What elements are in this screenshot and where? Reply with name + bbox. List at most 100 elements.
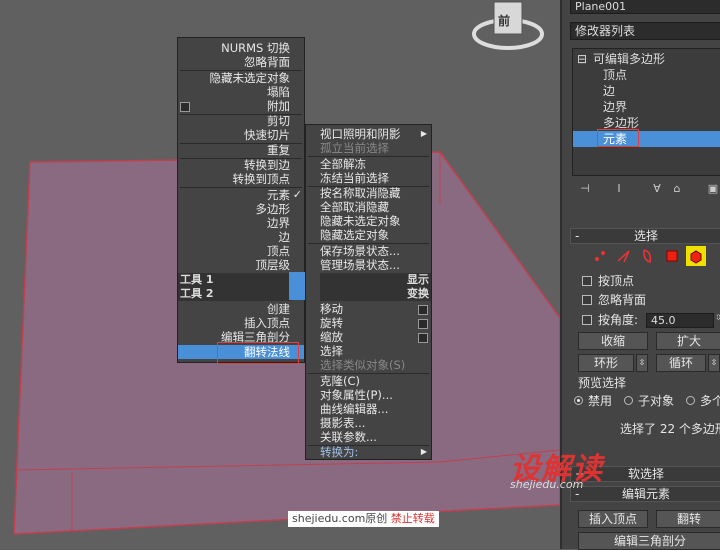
stack-item-element-row[interactable] — [573, 131, 720, 147]
rollout-edit-elements[interactable]: - 编辑元素 — [570, 486, 720, 502]
preview-subobject-radio[interactable] — [624, 396, 633, 405]
object-name-field[interactable]: Plane001 — [570, 0, 720, 14]
menu-item-move[interactable]: 移动 — [306, 302, 431, 316]
menu-item-attach[interactable]: 附加 — [178, 99, 304, 113]
menu-item-top-level[interactable]: 顶层级 — [178, 258, 304, 272]
menu-item-hide-unselected[interactable]: 隐藏未选定对象 — [178, 71, 304, 85]
modifier-list-dropdown[interactable]: 修改器列表 — [570, 22, 720, 40]
menu-item-wire-parameters[interactable]: 关联参数... — [306, 430, 431, 444]
flip-button[interactable]: 翻转 — [656, 510, 720, 528]
viewcube[interactable] — [468, 0, 548, 60]
header-tools-1: 工具 1 — [178, 273, 292, 287]
menu-item-manage-scene-states[interactable]: 管理场景状态... — [306, 258, 431, 272]
by-vertex-label: 按顶点 — [598, 274, 635, 288]
menu-item-unfreeze-all[interactable]: 全部解冻 — [306, 157, 431, 171]
settings-box-icon[interactable] — [418, 319, 428, 329]
remove-modifier-icon[interactable]: ⌂ — [670, 182, 684, 196]
stack-item-editable-poly[interactable]: 可编辑多边形 — [593, 51, 665, 67]
angle-spinner[interactable]: 45.0 — [646, 313, 714, 328]
menu-item-insert-vertex[interactable]: 插入顶点 — [178, 316, 304, 330]
ring-button[interactable]: 环形 — [578, 354, 634, 372]
menu-item-viewport-lighting[interactable]: 视口照明和阴影 — [306, 127, 431, 141]
loop-spinner[interactable]: ⇳ — [708, 354, 720, 372]
menu-item-save-scene-state[interactable]: 保存场景状态... — [306, 244, 431, 258]
settings-box-icon[interactable] — [418, 305, 428, 315]
grow-button[interactable]: 扩大 — [656, 332, 720, 350]
edit-triangulation-button[interactable]: 编辑三角剖分 — [578, 532, 720, 550]
preview-subobject-label: 子对象 — [638, 394, 675, 408]
header-transform: 变换 — [320, 287, 431, 301]
highlight-box — [597, 129, 639, 147]
polygon-mode-icon[interactable] — [664, 248, 680, 264]
menu-item-object-properties[interactable]: 对象属性(P)... — [306, 388, 431, 402]
menu-item-select[interactable]: 选择 — [306, 344, 431, 358]
stack-item-edge[interactable]: 边 — [603, 83, 615, 99]
menu-item-unhide-all[interactable]: 全部取消隐藏 — [306, 200, 431, 214]
menu-item-rotate[interactable]: 旋转 — [306, 316, 431, 330]
menu-item-border[interactable]: 边界 — [178, 216, 304, 230]
menu-item-create[interactable]: 创建 — [178, 302, 304, 316]
header-display: 显示 — [320, 273, 431, 287]
by-angle-label: 按角度: — [598, 313, 639, 327]
menu-item-vertex[interactable]: 顶点 — [178, 244, 304, 258]
modifier-stack: ⊟ 可编辑多边形 顶点 边 边界 多边形 元素 — [572, 48, 720, 176]
credit-banner: shejiedu.com原创 禁止转载 — [288, 511, 439, 527]
preview-selection-label: 预览选择 — [578, 376, 627, 390]
menu-item-dope-sheet[interactable]: 摄影表... — [306, 416, 431, 430]
settings-box-icon[interactable] — [418, 333, 428, 343]
header-tools-2: 工具 2 — [178, 287, 292, 301]
preview-disabled-label: 禁用 — [588, 394, 613, 408]
menu-item-clone[interactable]: 克隆(C) — [306, 374, 431, 388]
insert-vertex-button[interactable]: 插入顶点 — [578, 510, 648, 528]
rollout-selection[interactable]: - 选择 — [570, 228, 720, 244]
by-angle-checkbox[interactable] — [582, 315, 592, 325]
spinner-arrows-icon[interactable]: ⇳ — [715, 313, 720, 322]
ignore-backfacing-checkbox[interactable] — [582, 295, 592, 305]
menu-item-isolate-selection: 孤立当前选择 — [320, 141, 389, 155]
element-mode-icon[interactable] — [686, 246, 706, 266]
menu-item-ignore-backfacing[interactable]: 忽略背面 — [178, 55, 304, 69]
menu-item-cut[interactable]: 剪切 — [178, 114, 304, 128]
settings-box-icon[interactable] — [180, 102, 190, 112]
ignore-backfacing-label: 忽略背面 — [598, 293, 647, 307]
menu-item-quickslice[interactable]: 快速切片 — [178, 128, 304, 142]
menu-item-hide-unselected[interactable]: 隐藏未选定对象 — [306, 214, 431, 228]
shrink-button[interactable]: 收缩 — [578, 332, 648, 350]
pin-stack-icon[interactable]: ⊣ — [578, 182, 592, 196]
menu-item-repeat[interactable]: 重复 — [178, 143, 304, 157]
menu-item-unhide-by-name[interactable]: 按名称取消隐藏 — [306, 186, 431, 200]
menu-item-collapse[interactable]: 塌陷 — [178, 85, 304, 99]
menu-item-element[interactable]: 元素 — [178, 188, 304, 202]
menu-item-convert-to-vertex[interactable]: 转换到顶点 — [178, 172, 304, 186]
preview-disabled-radio[interactable] — [574, 396, 583, 405]
vertex-mode-icon[interactable] — [592, 248, 608, 264]
menu-item-convert-to[interactable]: 转换为: — [306, 445, 431, 459]
menu-item-convert-to-edge[interactable]: 转换到边 — [178, 158, 304, 172]
menu-item-curve-editor[interactable]: 曲线编辑器... — [306, 402, 431, 416]
loop-button[interactable]: 循环 — [656, 354, 706, 372]
menu-item-freeze-selection[interactable]: 冻结当前选择 — [306, 171, 431, 185]
edge-mode-icon[interactable] — [616, 248, 632, 264]
menu-item-hide-selected[interactable]: 隐藏选定对象 — [306, 228, 431, 242]
menu-item-edge[interactable]: 边 — [178, 230, 304, 244]
quad-menu-right: 视口照明和阴影 ▶ 孤立当前选择 全部解冻 冻结当前选择 按名称取消隐藏 全部取… — [305, 124, 432, 460]
menu-item-nurms-toggle[interactable]: NURMS 切换 — [178, 41, 304, 55]
menu-item-scale[interactable]: 缩放 — [306, 330, 431, 344]
credit-notice: 禁止转载 — [390, 512, 435, 525]
preview-multi-radio[interactable] — [686, 396, 695, 405]
make-unique-icon[interactable]: ∀ — [650, 182, 664, 196]
configure-sets-icon[interactable]: ▣ — [706, 182, 720, 196]
submenu-arrow-icon: ▶ — [420, 447, 427, 456]
show-end-result-icon[interactable]: Ⅰ — [612, 182, 626, 196]
stack-item-vertex[interactable]: 顶点 — [603, 67, 627, 83]
menu-item-select-similar: 选择类似对象(S) — [320, 358, 406, 372]
stack-item-border[interactable]: 边界 — [603, 99, 627, 115]
by-vertex-checkbox[interactable] — [582, 276, 592, 286]
stack-expand-icon[interactable]: ⊟ — [577, 51, 587, 67]
highlight-box — [217, 342, 299, 364]
menu-item-polygon[interactable]: 多边形 — [178, 202, 304, 216]
border-mode-icon[interactable] — [640, 248, 656, 264]
ring-spinner[interactable]: ⇳ — [636, 354, 648, 372]
quad-menu-left: NURMS 切换 忽略背面 隐藏未选定对象 塌陷 附加 剪切 快速切片 重复 转… — [177, 37, 305, 363]
stack-toolbar: ⊣ Ⅰ ∀ ⌂ ▣ — [574, 182, 720, 198]
